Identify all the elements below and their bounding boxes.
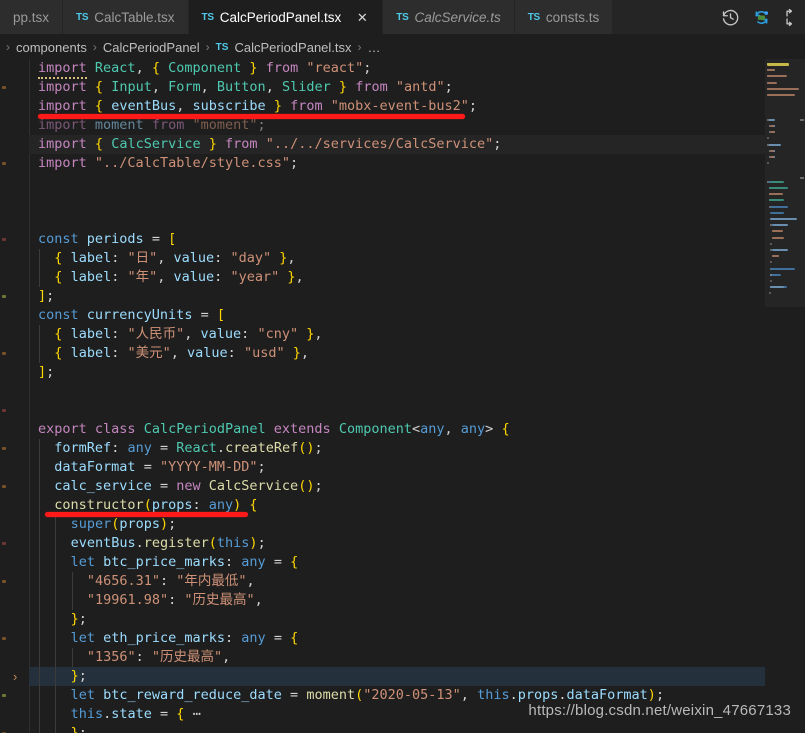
minimap-line (770, 267, 796, 270)
scrollbar-marker (800, 119, 804, 121)
minimap-line (770, 211, 785, 214)
code-line[interactable]: { label: "年", value: "year" }, (0, 268, 805, 287)
minimap-line (767, 94, 795, 96)
minimap-line (767, 118, 769, 121)
minimap-line (767, 81, 777, 84)
code-line[interactable]: eventBus.register(this); (0, 534, 805, 553)
tab-label: CalcPeriodPanel.tsx (219, 10, 342, 25)
timeline-history-icon[interactable] (721, 8, 740, 27)
code-line[interactable]: export class CalcPeriodPanel extends Com… (0, 420, 805, 439)
tab-label: consts.ts (545, 9, 600, 25)
minimap-line (768, 187, 789, 189)
editor-tab-calctable-tsx[interactable]: TS CalcTable.tsx (63, 0, 189, 34)
code-line[interactable]: "19961.98": "历史最高", (0, 591, 805, 610)
minimap-line (768, 125, 771, 127)
code-content[interactable]: import React, { Component } from "react"… (0, 59, 805, 733)
ts-file-icon: TS (527, 11, 540, 23)
red-underline-eventbus-register (45, 512, 248, 517)
code-line[interactable]: const periods = [ (0, 230, 805, 249)
code-line[interactable]: import { CalcService } from "../../servi… (0, 135, 805, 154)
code-line[interactable]: }; (0, 610, 805, 629)
vscode-window: pp.tsx TS CalcTable.tsx TS CalcPeriodPan… (0, 0, 805, 733)
breadcrumb-separator: › (357, 40, 362, 54)
tab-label: pp.tsx (13, 9, 50, 25)
code-line[interactable]: "4656.31": "年内最低", (0, 572, 805, 591)
minimap-line (771, 236, 780, 239)
code-line[interactable]: super(props); (0, 515, 805, 534)
code-line[interactable]: { label: "人民币", value: "cny" }, (0, 325, 805, 344)
breadcrumb-separator: › (6, 40, 10, 54)
code-line[interactable]: { label: "美元", value: "usd" }, (0, 344, 805, 363)
code-line[interactable]: ]; (0, 287, 805, 306)
code-line[interactable]: calc_service = new CalcService(); (0, 477, 805, 496)
minimap-line (767, 143, 782, 146)
watermark: https://blog.csdn.net/weixin_47667133 (528, 702, 791, 719)
minimap-line (768, 205, 771, 208)
code-line[interactable]: let btc_price_marks: any = { (0, 553, 805, 572)
ts-file-icon: TS (215, 41, 229, 53)
code-line[interactable] (0, 401, 805, 420)
minimap-line (768, 156, 771, 158)
code-line[interactable] (0, 211, 805, 230)
scrollbar-decorations (799, 59, 805, 733)
code-line[interactable]: dataFormat = "YYYY-MM-DD"; (0, 458, 805, 477)
minimap-line (768, 193, 783, 196)
code-line[interactable]: ]; (0, 363, 805, 382)
minimap-line (768, 149, 771, 152)
breadcrumb-separator: › (92, 40, 97, 54)
minimap-line (768, 131, 771, 134)
editor-tab-app-tsx[interactable]: pp.tsx (0, 0, 64, 34)
code-line[interactable]: { label: "日", value: "day" }, (0, 249, 805, 268)
code-line[interactable]: import "../CalcTable/style.css"; (0, 154, 805, 173)
scrollbar-marker (800, 177, 804, 179)
editor-tab-calcperiodpanel-tsx[interactable]: TS CalcPeriodPanel.tsx ✕ (188, 0, 384, 34)
code-editor[interactable]: › import React, { Component } from "reac… (0, 59, 805, 733)
code-line[interactable] (0, 192, 805, 211)
breadcrumb-separator: › (205, 40, 210, 54)
tab-bar-spacer (613, 0, 713, 34)
minimap-line (767, 143, 769, 146)
breadcrumb-item-file[interactable]: CalcPeriodPanel.tsx (234, 40, 351, 55)
code-line[interactable]: formRef: any = React.createRef(); (0, 439, 805, 458)
code-line[interactable] (0, 382, 805, 401)
red-underline-eventbus-import (38, 114, 465, 119)
ts-file-icon: TS (76, 11, 89, 23)
editor-tab-consts-ts[interactable]: TS consts.ts (514, 0, 614, 34)
minimap-line (771, 255, 780, 258)
tab-label: CalcService.ts (414, 9, 501, 25)
breadcrumb-item-symbol[interactable]: … (368, 40, 381, 55)
code-line[interactable]: let eth_price_marks: any = { (0, 629, 805, 648)
breadcrumb: › components › CalcPeriodPanel › TS Calc… (0, 35, 805, 59)
ts-file-icon: TS (201, 12, 214, 23)
code-line[interactable]: }; (0, 667, 805, 686)
minimap-line (767, 180, 769, 183)
minimap-line (767, 69, 775, 72)
ts-file-icon: TS (396, 11, 409, 23)
breadcrumb-item-components[interactable]: components (16, 40, 87, 55)
minimap-line (770, 218, 797, 220)
split-editor-icon[interactable] (783, 8, 799, 27)
editor-actions (713, 0, 805, 34)
sync-refresh-icon[interactable] (752, 8, 771, 27)
code-line[interactable]: import { Input, Form, Button, Slider } f… (0, 78, 805, 97)
editor-tab-calcservice-ts[interactable]: TS CalcService.ts (383, 0, 515, 34)
tab-label: CalcTable.tsx (94, 9, 175, 25)
code-line[interactable]: const currencyUnits = [ (0, 306, 805, 325)
minimap-line (767, 87, 799, 90)
close-icon[interactable]: ✕ (355, 11, 369, 24)
breadcrumb-item-calcperiodpanel[interactable]: CalcPeriodPanel (103, 40, 200, 55)
code-line[interactable] (0, 173, 805, 192)
code-line[interactable]: "1356": "历史最高", (0, 648, 805, 667)
minimap-highlight (767, 63, 789, 66)
editor-tab-bar: pp.tsx TS CalcTable.tsx TS CalcPeriodPan… (0, 0, 805, 35)
code-line[interactable]: import React, { Component } from "react"… (0, 59, 805, 79)
